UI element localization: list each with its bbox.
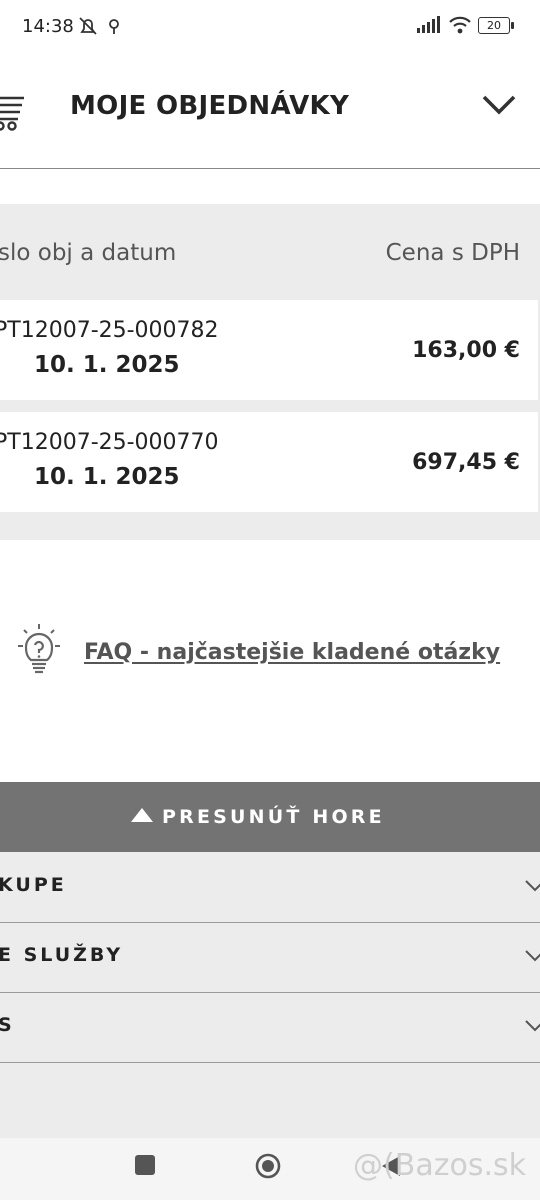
accordion-item-label: S <box>0 1014 15 1036</box>
accordion-item[interactable]: S <box>0 992 540 1063</box>
accordion-item[interactable]: E SLUŽBY <box>0 922 540 993</box>
recent-apps-icon[interactable] <box>134 1154 156 1180</box>
chevron-down-icon[interactable] <box>482 94 516 120</box>
status-bar: 14:38 20 <box>0 0 540 54</box>
chevron-down-icon <box>524 948 540 967</box>
lightbulb-question-icon <box>16 622 62 682</box>
order-price: 697,45 € <box>412 450 520 475</box>
cart-icon[interactable] <box>0 92 30 136</box>
faq-link[interactable]: FAQ - najčastejšie kladené otázky <box>84 640 500 665</box>
back-to-top-label: PRESUNÚŤ HORE <box>162 806 385 828</box>
page-title: MOJE OBJEDNÁVKY <box>70 91 350 121</box>
alarm-off-icon <box>79 17 119 35</box>
order-date: 10. 1. 2025 <box>34 352 180 378</box>
watermark: @(Bazos.sk <box>353 1148 526 1183</box>
page-header: MOJE OBJEDNÁVKY <box>0 64 540 169</box>
chevron-down-icon <box>524 878 540 897</box>
column-header-order-date: slo obj a datum <box>0 240 177 266</box>
accordion-item-label: KUPE <box>0 874 67 896</box>
accordion-item-label: E SLUŽBY <box>0 944 124 966</box>
wifi-icon <box>449 16 471 34</box>
column-header-price: Cena s DPH <box>385 240 520 266</box>
status-right: 20 <box>416 16 514 34</box>
order-number: PT12007-25-000770 <box>0 430 219 455</box>
system-nav-bar: @(Bazos.sk <box>0 1138 540 1200</box>
accordion-item[interactable]: KUPE <box>0 852 540 923</box>
signal-icon <box>417 16 440 33</box>
status-left-icons <box>76 14 126 42</box>
orders-table: slo obj a datum Cena s DPH PT12007-25-00… <box>0 204 540 540</box>
order-price: 163,00 € <box>412 338 520 363</box>
order-row[interactable]: PT12007-25-000782 10. 1. 2025 163,00 € <box>0 300 538 400</box>
triangle-up-icon <box>130 807 154 827</box>
back-to-top-button[interactable]: PRESUNÚŤ HORE <box>0 782 540 852</box>
order-date: 10. 1. 2025 <box>34 464 180 490</box>
home-icon[interactable] <box>254 1152 282 1184</box>
order-number: PT12007-25-000782 <box>0 318 219 343</box>
status-time: 14:38 <box>22 16 74 37</box>
chevron-down-icon <box>524 1018 540 1037</box>
footer-accordion: KUPE E SLUŽBY S <box>0 852 540 1138</box>
battery-icon: 20 <box>478 16 514 34</box>
order-row[interactable]: PT12007-25-000770 10. 1. 2025 697,45 € <box>0 412 538 512</box>
faq-section: FAQ - najčastejšie kladené otázky <box>16 622 500 682</box>
